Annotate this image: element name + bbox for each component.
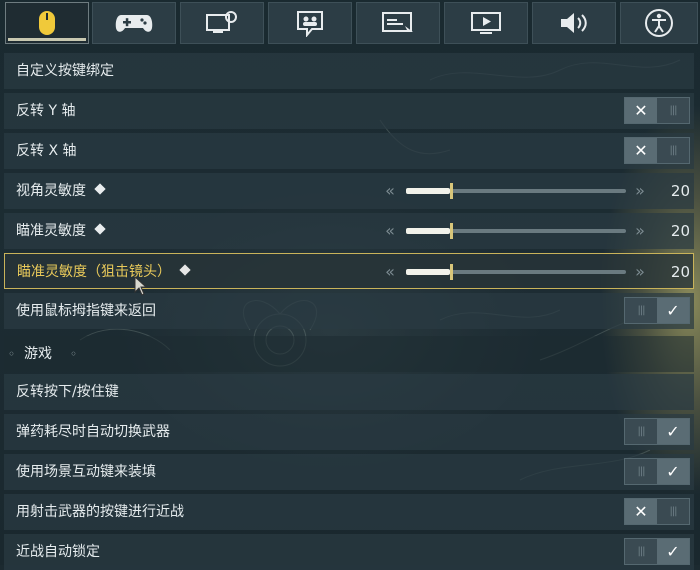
grip-icon: ||| [637, 305, 645, 316]
aim-sensitivity-row[interactable]: 瞄准灵敏度 « » 20 [4, 213, 694, 249]
mouse-thumb-back-toggle[interactable]: ||| ✓ [624, 297, 690, 324]
setting-label: 使用鼠标拇指键来返回 [16, 303, 156, 319]
auto-switch-weapon-row[interactable]: 弹药耗尽时自动切换武器 ||| ✓ [4, 414, 694, 450]
subtitles-icon [382, 12, 413, 32]
slider-value: 20 [670, 182, 690, 200]
mouse-icon [39, 11, 55, 35]
setting-label: 自定义按键绑定 [16, 63, 114, 79]
section-title: 游戏 [24, 346, 52, 362]
checkmark-icon: ✓ [657, 539, 689, 564]
gamepad-icon [115, 15, 153, 32]
setting-label: 使用场景互动键来装填 [16, 464, 156, 480]
tab-controller[interactable] [92, 2, 176, 44]
tab-audio[interactable] [532, 2, 616, 44]
grip-icon: ||| [669, 506, 677, 517]
slider-value: 20 [670, 263, 690, 281]
increase-chevron-icon[interactable]: » [630, 221, 650, 240]
off-x-icon: ✕ [625, 98, 657, 123]
mouse-cursor-icon [134, 276, 148, 296]
interact-to-reload-row[interactable]: 使用场景互动键来装填 ||| ✓ [4, 454, 694, 490]
off-x-icon: ✕ [625, 138, 657, 163]
grip-icon: ||| [637, 546, 645, 557]
setting-label: 瞄准灵敏度（狙击镜头） [17, 254, 191, 290]
invert-press-hold-row[interactable]: 反转按下/按住键 [4, 374, 694, 410]
accessibility-icon [645, 9, 673, 37]
invert-y-toggle[interactable]: ✕ ||| [624, 97, 690, 124]
slider-handle[interactable] [450, 264, 453, 280]
ornament-icon: ◦ [70, 347, 78, 361]
invert-y-axis-row[interactable]: 反转 Y 轴 ✕ ||| [4, 93, 694, 129]
off-x-icon: ✕ [625, 499, 657, 524]
info-diamond-icon [94, 223, 106, 235]
aim-sensitivity-slider[interactable] [406, 223, 626, 239]
checkmark-icon: ✓ [657, 298, 689, 323]
tab-accessibility[interactable] [620, 2, 698, 44]
setting-label: 用射击武器的按键进行近战 [16, 504, 184, 520]
grip-icon: ||| [637, 466, 645, 477]
section-header-game: ◦ 游戏 ◦ [4, 336, 694, 372]
invert-x-toggle[interactable]: ✕ ||| [624, 137, 690, 164]
slider-handle[interactable] [450, 223, 453, 239]
decrease-chevron-icon[interactable]: « [380, 181, 400, 200]
mouse-thumb-back-row[interactable]: 使用鼠标拇指键来返回 ||| ✓ [4, 293, 694, 329]
decrease-chevron-icon[interactable]: « [380, 221, 400, 240]
tab-mouse-keyboard[interactable] [5, 2, 89, 44]
slider-fill [406, 269, 450, 275]
info-diamond-icon [94, 183, 106, 195]
ornament-icon: ◦ [8, 347, 16, 361]
setting-label: 视角灵敏度 [16, 173, 106, 209]
grip-icon: ||| [637, 426, 645, 437]
display-settings-icon [206, 11, 237, 33]
video-screen-icon [471, 12, 501, 34]
settings-tab-bar [0, 0, 700, 46]
tab-display[interactable] [180, 2, 264, 44]
scope-aim-sensitivity-row[interactable]: 瞄准灵敏度（狙击镜头） « » 20 [4, 253, 694, 289]
setting-label: 反转 X 轴 [16, 143, 77, 159]
melee-auto-lock-toggle[interactable]: ||| ✓ [624, 538, 690, 565]
speaker-icon [561, 13, 587, 33]
slider-handle[interactable] [450, 183, 453, 199]
grip-icon: ||| [669, 105, 677, 116]
fire-button-melee-row[interactable]: 用射击武器的按键进行近战 ✕ ||| [4, 494, 694, 530]
chat-users-icon [297, 11, 323, 37]
decrease-chevron-icon[interactable]: « [380, 262, 400, 281]
checkmark-icon: ✓ [657, 419, 689, 444]
checkmark-icon: ✓ [657, 459, 689, 484]
increase-chevron-icon[interactable]: » [630, 262, 650, 281]
slider-fill [406, 188, 450, 194]
auto-switch-weapon-toggle[interactable]: ||| ✓ [624, 418, 690, 445]
slider-value: 20 [670, 222, 690, 240]
slider-fill [406, 228, 450, 234]
invert-x-axis-row[interactable]: 反转 X 轴 ✕ ||| [4, 133, 694, 169]
info-diamond-icon [179, 264, 191, 276]
tab-social[interactable] [268, 2, 352, 44]
setting-label: 弹药耗尽时自动切换武器 [16, 424, 170, 440]
scope-aim-sensitivity-slider[interactable] [406, 264, 626, 280]
increase-chevron-icon[interactable]: » [630, 181, 650, 200]
setting-label: 反转 Y 轴 [16, 103, 76, 119]
setting-label: 反转按下/按住键 [16, 384, 119, 400]
interact-to-reload-toggle[interactable]: ||| ✓ [624, 458, 690, 485]
tab-video[interactable] [444, 2, 528, 44]
view-sensitivity-slider[interactable] [406, 183, 626, 199]
view-sensitivity-row[interactable]: 视角灵敏度 « » 20 [4, 173, 694, 209]
custom-keybinding-row[interactable]: 自定义按键绑定 [4, 53, 694, 89]
grip-icon: ||| [669, 145, 677, 156]
tab-subtitles[interactable] [356, 2, 440, 44]
setting-label: 瞄准灵敏度 [16, 213, 106, 249]
fire-button-melee-toggle[interactable]: ✕ ||| [624, 498, 690, 525]
